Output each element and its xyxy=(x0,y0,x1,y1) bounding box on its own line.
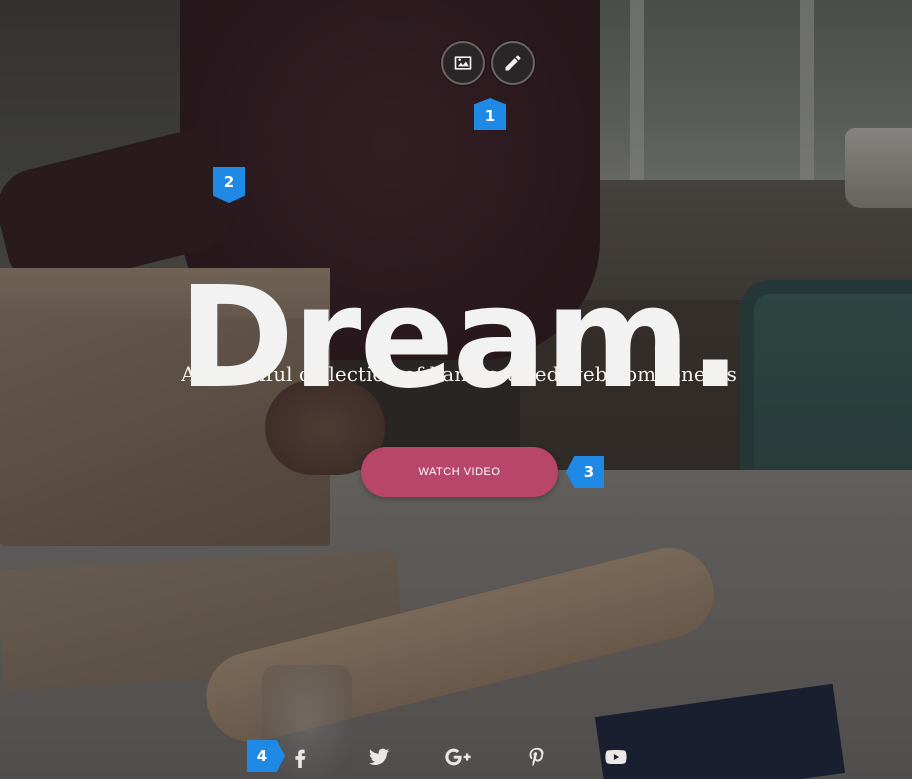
facebook-icon xyxy=(295,749,306,768)
hero-headline[interactable]: Dream. xyxy=(0,268,912,409)
watch-video-button[interactable]: WATCH VIDEO xyxy=(361,447,558,497)
editor-toolbar xyxy=(441,41,535,85)
facebook-link[interactable] xyxy=(280,742,320,772)
annotation-marker-1: 1 xyxy=(474,98,506,130)
twitter-icon xyxy=(368,748,390,765)
change-image-button[interactable] xyxy=(441,41,485,85)
youtube-link[interactable] xyxy=(596,742,636,772)
twitter-link[interactable] xyxy=(359,742,399,772)
hero-subtitle[interactable]: A beautiful collection of hand-crafted w… xyxy=(0,362,912,386)
social-links xyxy=(280,742,675,772)
pencil-icon xyxy=(505,55,521,71)
image-icon xyxy=(454,56,472,70)
annotation-marker-2: 2 xyxy=(213,167,245,203)
google-plus-link[interactable] xyxy=(438,742,478,772)
edit-text-button[interactable] xyxy=(491,41,535,85)
pinterest-icon xyxy=(529,747,544,767)
google-plus-icon xyxy=(445,748,471,766)
hero-section: 1 2 3 4 Dream. A beautiful collection of… xyxy=(0,0,912,779)
pinterest-link[interactable] xyxy=(517,742,557,772)
youtube-icon xyxy=(605,749,627,765)
